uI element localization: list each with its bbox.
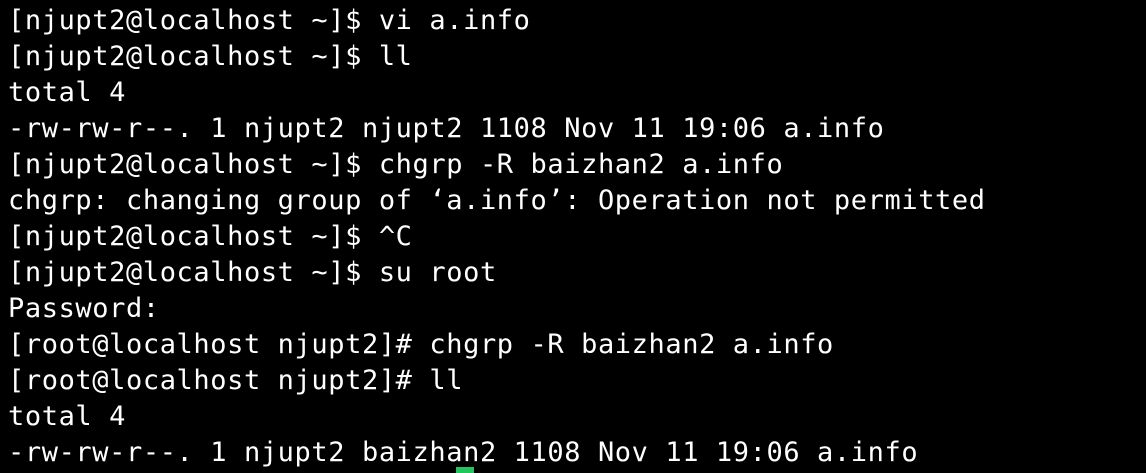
terminal-line: [njupt2@localhost ~]$ ll: [8, 41, 413, 72]
terminal-output: [njupt2@localhost ~]$ vi a.info [njupt2@…: [8, 3, 986, 471]
terminal-window[interactable]: [njupt2@localhost ~]$ vi a.info [njupt2@…: [0, 0, 1146, 473]
terminal-cursor: [456, 467, 474, 473]
terminal-line: [njupt2@localhost ~]$ chgrp -R baizhan2 …: [8, 149, 784, 180]
terminal-line: [root@localhost njupt2]# ll: [8, 365, 464, 396]
terminal-line: total 4: [8, 401, 126, 432]
terminal-line: Password:: [8, 293, 160, 324]
terminal-line: -rw-rw-r--. 1 njupt2 baizhan2 1108 Nov 1…: [8, 437, 919, 468]
terminal-line: [njupt2@localhost ~]$ su root: [8, 257, 497, 288]
terminal-line: chgrp: changing group of ‘a.info’: Opera…: [8, 185, 986, 216]
terminal-line: total 4: [8, 77, 126, 108]
terminal-line: -rw-rw-r--. 1 njupt2 njupt2 1108 Nov 11 …: [8, 113, 885, 144]
terminal-line: [root@localhost njupt2]# chgrp -R baizha…: [8, 329, 834, 360]
terminal-line: [njupt2@localhost ~]$ vi a.info: [8, 5, 531, 36]
terminal-line: [njupt2@localhost ~]$ ^C: [8, 221, 413, 252]
